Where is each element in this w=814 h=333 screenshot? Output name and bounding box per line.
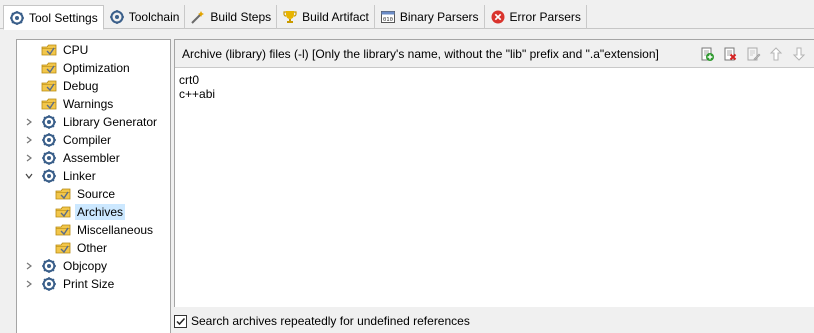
archives-list[interactable]: crt0 c++abi <box>175 68 814 307</box>
search-repeatedly-label: Search archives repeatedly for undefined… <box>191 314 470 328</box>
move-down-button[interactable] <box>789 44 808 63</box>
add-button[interactable] <box>697 44 716 63</box>
tree-item-label: Archives <box>75 204 126 220</box>
move-up-button[interactable] <box>766 44 785 63</box>
tab-toolchain[interactable]: Toolchain <box>104 5 186 29</box>
tab-tool-settings[interactable]: Tool Settings <box>3 5 104 30</box>
tree-item-objcopy[interactable]: Objcopy <box>23 257 109 275</box>
tree-item-label: Assembler <box>63 151 120 165</box>
tab-label: Build Steps <box>210 10 272 24</box>
error-parsers-red-x-icon <box>490 9 506 25</box>
tree-item-assembler[interactable]: Assembler <box>23 149 122 167</box>
tab-error-parsers[interactable]: Error Parsers <box>485 5 587 29</box>
search-repeatedly-option[interactable]: Search archives repeatedly for undefined… <box>174 314 470 328</box>
tool-gear-icon <box>41 258 57 274</box>
binary-parsers-icon: 010 <box>380 9 396 25</box>
tab-build-steps[interactable]: Build Steps <box>185 5 278 29</box>
tree-item-warnings[interactable]: Warnings <box>23 95 115 113</box>
tree-item-label: Miscellaneous <box>77 223 154 237</box>
tool-gear-icon <box>41 168 57 184</box>
tab-binary-parsers[interactable]: 010 Binary Parsers <box>375 5 485 29</box>
build-steps-wand-icon <box>190 9 206 25</box>
tree-item-debug[interactable]: Debug <box>23 77 100 95</box>
tree-item-label: Linker <box>63 169 96 183</box>
tree-item-compiler[interactable]: Compiler <box>23 131 113 149</box>
toolchain-gear-icon <box>109 9 125 25</box>
svg-text:010: 010 <box>383 17 393 23</box>
tool-gear-icon <box>41 132 57 148</box>
move-down-icon <box>791 46 807 62</box>
tree-item-label: Debug <box>63 79 99 93</box>
settings-folder-icon <box>55 186 71 202</box>
tab-label: Binary Parsers <box>399 10 479 24</box>
expand-chevron-icon[interactable] <box>23 152 35 164</box>
tree-item-archives[interactable]: Archives <box>37 203 126 221</box>
tool-gear-icon <box>41 114 57 130</box>
tree-item-optimization[interactable]: Optimization <box>23 59 132 77</box>
delete-icon <box>722 46 738 62</box>
tool-gear-icon <box>41 276 57 292</box>
archives-title: Archive (library) files (-l) [Only the l… <box>182 46 659 61</box>
settings-folder-icon <box>55 240 71 256</box>
tree-item-label: Other <box>77 241 108 255</box>
tool-settings-gear-icon <box>9 10 25 26</box>
list-item[interactable]: crt0 <box>175 73 814 87</box>
tree-item-label: Compiler <box>63 133 112 147</box>
settings-tab-bar: Tool Settings Toolchain Build Steps Buil… <box>0 0 814 30</box>
delete-button[interactable] <box>720 44 739 63</box>
settings-folder-icon <box>55 204 71 220</box>
tabs-container: Tool Settings Toolchain Build Steps Buil… <box>0 0 814 30</box>
tree-item-label: Library Generator <box>63 115 158 129</box>
edit-icon <box>745 46 761 62</box>
archives-toolbar <box>697 44 808 63</box>
tree-item-source[interactable]: Source <box>37 185 117 203</box>
tree-item-linker[interactable]: Linker <box>23 167 98 185</box>
settings-folder-icon <box>55 222 71 238</box>
tab-label: Toolchain <box>128 10 180 24</box>
tree-item-cpu[interactable]: CPU <box>23 41 90 59</box>
edit-button[interactable] <box>743 44 762 63</box>
list-item[interactable]: c++abi <box>175 87 814 101</box>
expand-chevron-icon[interactable] <box>23 278 35 290</box>
tab-label: Tool Settings <box>29 10 98 25</box>
tab-build-artifact[interactable]: Build Artifact <box>277 5 375 29</box>
tree-item-label: Warnings <box>63 97 114 111</box>
archives-panel: Archive (library) files (-l) [Only the l… <box>174 39 814 307</box>
tree-item-label: Source <box>77 187 116 201</box>
tool-gear-icon <box>41 150 57 166</box>
tool-settings-tree[interactable]: CPU Optimization Debug Warnings Library Gene… <box>16 39 171 333</box>
tree-item-miscellaneous[interactable]: Miscellaneous <box>37 221 155 239</box>
move-up-icon <box>768 46 784 62</box>
tab-label: Build Artifact <box>302 10 369 24</box>
expand-chevron-icon[interactable] <box>23 260 35 272</box>
settings-folder-icon <box>41 78 57 94</box>
search-repeatedly-checkbox[interactable] <box>174 314 187 328</box>
settings-folder-icon <box>41 96 57 112</box>
tree-item-library-generator[interactable]: Library Generator <box>23 113 159 131</box>
tree-item-label: Objcopy <box>63 259 108 273</box>
tree-item-other[interactable]: Other <box>37 239 109 257</box>
tab-label: Error Parsers <box>509 10 581 24</box>
collapse-chevron-icon[interactable] <box>23 170 35 182</box>
tree-item-print-size[interactable]: Print Size <box>23 275 116 293</box>
tree-item-label: Optimization <box>63 61 130 75</box>
expand-chevron-icon[interactable] <box>23 116 35 128</box>
checkmark-icon <box>176 317 186 325</box>
settings-folder-icon <box>41 42 57 58</box>
tree-item-label: Print Size <box>63 277 115 291</box>
add-icon <box>699 46 715 62</box>
expand-chevron-icon[interactable] <box>23 134 35 146</box>
build-artifact-trophy-icon <box>282 9 298 25</box>
settings-folder-icon <box>41 60 57 76</box>
tree-item-label: CPU <box>63 43 89 57</box>
